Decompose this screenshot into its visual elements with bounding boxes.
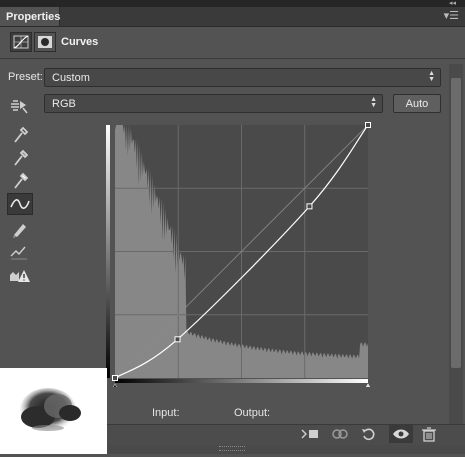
preset-label: Preset: bbox=[8, 71, 43, 83]
input-gradient-bar bbox=[115, 379, 368, 383]
visibility-eye-icon[interactable] bbox=[389, 425, 413, 443]
reset-icon[interactable] bbox=[358, 426, 380, 442]
on-image-adjust-icon[interactable] bbox=[7, 95, 33, 117]
curve-control-point[interactable] bbox=[174, 336, 181, 343]
curve-control-point[interactable] bbox=[112, 375, 118, 381]
curve-control-point[interactable] bbox=[306, 203, 313, 210]
clipping-warning-icon[interactable] bbox=[7, 265, 33, 287]
delete-trash-icon[interactable] bbox=[418, 426, 440, 442]
curves-adjustment-icon[interactable] bbox=[10, 32, 32, 52]
panel-title: Curves bbox=[61, 36, 99, 48]
channel-value: RGB bbox=[52, 98, 76, 110]
black-point-slider bbox=[110, 383, 120, 392]
output-label: Output: bbox=[234, 407, 271, 419]
curves-graph[interactable] bbox=[106, 121, 373, 392]
panel-tab-strip bbox=[0, 7, 465, 27]
collapse-panel-icon[interactable]: ◂◂ bbox=[449, 0, 456, 7]
smooth-curve-icon[interactable] bbox=[7, 241, 33, 263]
resize-grip[interactable] bbox=[219, 446, 245, 451]
white-point-slider bbox=[363, 383, 373, 392]
black-point-eyedropper-icon[interactable] bbox=[7, 124, 33, 146]
preset-dropdown[interactable]: Custom ▲ ▼ bbox=[44, 68, 441, 87]
white-point-eyedropper-icon[interactable] bbox=[7, 170, 33, 192]
curves-graph-canvas[interactable] bbox=[106, 121, 373, 392]
tab-properties[interactable]: Properties bbox=[0, 7, 60, 26]
layer-mask-icon[interactable] bbox=[34, 32, 56, 52]
pencil-draw-icon[interactable] bbox=[7, 218, 33, 240]
auto-button[interactable]: Auto bbox=[393, 94, 441, 113]
dropdown-arrows-icon: ▲ ▼ bbox=[428, 70, 435, 83]
channel-dropdown[interactable]: RGB ▲ ▼ bbox=[44, 94, 383, 113]
dropdown-arrows-icon: ▲ ▼ bbox=[370, 96, 377, 109]
clip-to-layer-icon[interactable] bbox=[299, 426, 321, 442]
output-gradient-bar bbox=[106, 125, 110, 378]
curve-points-icon[interactable] bbox=[7, 193, 33, 215]
gray-point-eyedropper-icon[interactable] bbox=[7, 147, 33, 169]
panel-menu-icon[interactable]: ▾☰ bbox=[444, 10, 459, 22]
layer-thumbnail bbox=[0, 368, 107, 454]
curve-control-point[interactable] bbox=[365, 122, 371, 128]
input-label: Input: bbox=[152, 407, 180, 419]
view-previous-icon[interactable] bbox=[329, 426, 351, 442]
preset-value: Custom bbox=[52, 72, 90, 84]
scrollbar-thumb[interactable] bbox=[451, 78, 461, 368]
panel-top-bar: ◂◂ bbox=[0, 0, 465, 7]
header-divider bbox=[0, 58, 465, 59]
